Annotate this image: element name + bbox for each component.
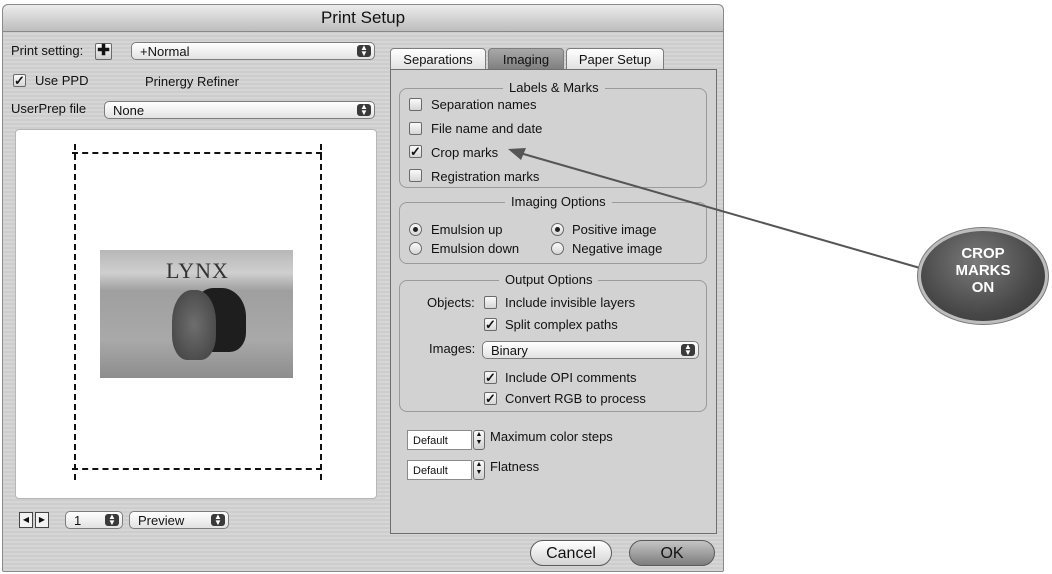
badge-line-1: CROP: [961, 245, 1005, 262]
badge-line-2: MARKS: [955, 262, 1011, 279]
badge-line-3: ON: [971, 279, 995, 296]
callout-arrow: [508, 148, 921, 269]
crop-marks-on-badge: CROP MARKS ON: [918, 228, 1048, 324]
